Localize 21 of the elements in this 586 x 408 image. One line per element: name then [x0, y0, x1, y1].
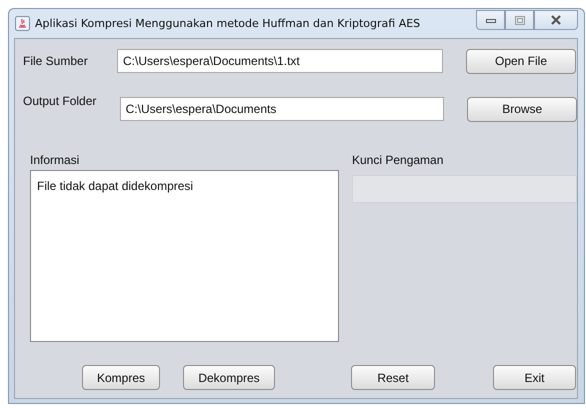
exit-button[interactable]: Exit — [493, 365, 576, 390]
app-icon — [15, 16, 30, 31]
reset-button[interactable]: Reset — [351, 365, 435, 390]
field-label: File Sumber — [23, 54, 89, 68]
close-icon — [550, 15, 562, 25]
path-field[interactable]: C:\Users\espera\Documents\1.txt — [117, 49, 443, 73]
section-label: Informasi — [30, 153, 80, 169]
section-label: Kunci Pengaman — [352, 153, 444, 169]
open-file-button[interactable]: Open File — [466, 48, 576, 74]
info-text: File tidak dapat didekompresi — [37, 179, 194, 193]
maximize-icon — [514, 16, 524, 24]
path-field[interactable]: C:\Users\espera\Documents — [120, 97, 444, 121]
window-title: Aplikasi Kompresi Menggunakan metode Huffman dan Kriptografi AES — [35, 17, 422, 30]
info-text-area[interactable]: File tidak dapat didekompresi — [30, 170, 339, 342]
minimize-icon — [486, 17, 496, 23]
minimize-button[interactable] — [476, 10, 505, 30]
compress-button[interactable]: Kompres — [82, 365, 160, 390]
decompress-button[interactable]: Dekompres — [183, 365, 275, 390]
field-label: Output Folder — [23, 94, 98, 108]
browse-button[interactable]: Browse — [467, 96, 577, 122]
close-button[interactable] — [534, 10, 578, 30]
